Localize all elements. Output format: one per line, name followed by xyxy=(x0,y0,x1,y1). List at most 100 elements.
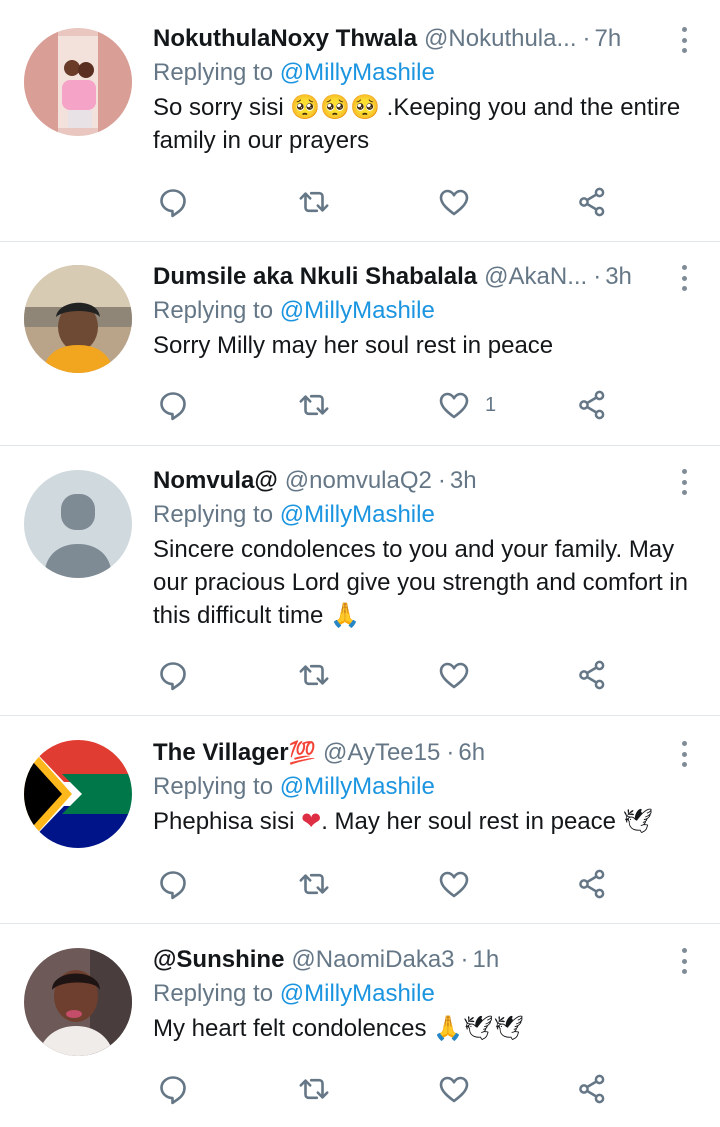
tweet-text: Sincere condolences to you and your fami… xyxy=(153,536,688,629)
tweet-text: My heart felt condolences 🙏🕊🕊 xyxy=(153,1015,524,1042)
tweet-text: Sorry Milly may her soul rest in peace xyxy=(153,332,554,359)
tweet-card[interactable]: Nomvula@ @nomvulaQ2 · 3h Replying to @Mi… xyxy=(0,446,720,716)
reply-icon xyxy=(160,189,186,218)
heart-icon xyxy=(439,1076,469,1103)
share-icon xyxy=(579,660,605,690)
tweet-card[interactable]: NokuthulaNoxy Thwala @Nokuthula... · 7h … xyxy=(0,0,720,242)
like-button[interactable] xyxy=(437,866,485,902)
timestamp[interactable]: 6h xyxy=(458,738,485,768)
display-name[interactable]: Dumsile aka Nkuli Shabalala xyxy=(153,262,477,292)
reply-icon xyxy=(160,1076,186,1105)
retweet-icon xyxy=(299,394,329,416)
red-heart-emoji: ❤ xyxy=(301,808,322,835)
share-icon xyxy=(579,1074,605,1104)
tweet-card[interactable]: The Villager💯 @AyTee15 · 6h Replying to … xyxy=(0,716,720,924)
replying-to: Replying to @MillyMashile xyxy=(153,296,692,326)
avatar[interactable] xyxy=(24,948,132,1056)
retweet-icon xyxy=(299,664,329,686)
heart-icon xyxy=(439,871,469,898)
reply-button[interactable] xyxy=(156,866,190,902)
replying-label: Replying to xyxy=(153,501,274,528)
action-bar xyxy=(153,866,623,902)
retweet-icon xyxy=(299,191,329,213)
action-bar xyxy=(153,184,623,220)
tweet-card[interactable]: @Sunshine @NaomiDaka3 · 1h Replying to @… xyxy=(0,924,720,1127)
timestamp[interactable]: 7h xyxy=(594,24,621,54)
more-options-icon[interactable] xyxy=(678,25,690,55)
share-icon xyxy=(579,187,605,217)
separator-dot: · xyxy=(460,946,469,973)
replying-to: Replying to @MillyMashile xyxy=(153,58,692,88)
share-icon xyxy=(579,869,605,899)
retweet-button[interactable] xyxy=(297,866,331,902)
hundred-emoji: 💯 xyxy=(288,740,317,765)
like-button[interactable] xyxy=(437,184,485,220)
action-bar: 1 xyxy=(153,387,623,423)
heart-icon xyxy=(439,662,469,689)
display-name[interactable]: NokuthulaNoxy Thwala xyxy=(153,24,417,54)
more-options-icon[interactable] xyxy=(678,739,690,769)
tweet-card[interactable]: Dumsile aka Nkuli Shabalala @AkaN... · 3… xyxy=(0,242,720,446)
user-handle[interactable]: @Nokuthula... xyxy=(424,24,576,54)
avatar[interactable] xyxy=(24,28,132,136)
avatar[interactable] xyxy=(24,265,132,373)
replying-label: Replying to xyxy=(153,980,274,1007)
mention-link[interactable]: @MillyMashile xyxy=(280,297,435,324)
share-button[interactable] xyxy=(575,387,609,423)
like-count: 1 xyxy=(485,393,497,416)
mention-link[interactable]: @MillyMashile xyxy=(280,59,435,86)
replying-label: Replying to xyxy=(153,59,274,86)
retweet-button[interactable] xyxy=(297,1071,331,1107)
display-name[interactable]: @Sunshine xyxy=(153,945,284,975)
timestamp[interactable]: 3h xyxy=(450,466,477,496)
user-handle[interactable]: @AkaN... xyxy=(484,262,587,292)
retweet-icon xyxy=(299,1078,329,1100)
reply-button[interactable] xyxy=(156,184,190,220)
like-button[interactable]: 1 xyxy=(437,387,496,423)
tweet-text: So sorry sisi 🥺🥺🥺 .Keeping you and the e… xyxy=(153,94,681,154)
like-button[interactable] xyxy=(437,1071,485,1107)
replying-to: Replying to @MillyMashile xyxy=(153,979,692,1009)
separator-dot: · xyxy=(446,739,455,766)
action-bar xyxy=(153,657,623,693)
tweet-text: Phephisa sisi ❤. May her soul rest in pe… xyxy=(153,808,654,835)
display-name[interactable]: The Villager💯 xyxy=(153,738,316,768)
retweet-button[interactable] xyxy=(297,387,331,423)
share-icon xyxy=(579,390,605,420)
separator-dot: · xyxy=(437,467,446,494)
reply-icon xyxy=(160,662,186,691)
retweet-button[interactable] xyxy=(297,184,331,220)
mention-link[interactable]: @MillyMashile xyxy=(280,773,435,800)
display-name[interactable]: Nomvula@ xyxy=(153,466,278,496)
share-button[interactable] xyxy=(575,184,609,220)
reply-icon xyxy=(160,392,186,421)
more-options-icon[interactable] xyxy=(678,467,690,497)
more-options-icon[interactable] xyxy=(678,263,690,293)
like-button[interactable] xyxy=(437,657,485,693)
replying-to: Replying to @MillyMashile xyxy=(153,772,692,802)
separator-dot: · xyxy=(582,25,591,52)
replying-to: Replying to @MillyMashile xyxy=(153,500,692,530)
replying-label: Replying to xyxy=(153,773,274,800)
reply-button[interactable] xyxy=(156,1071,190,1107)
reply-icon xyxy=(160,871,186,900)
action-bar xyxy=(153,1071,623,1107)
share-button[interactable] xyxy=(575,866,609,902)
more-options-icon[interactable] xyxy=(678,946,690,976)
retweet-icon xyxy=(299,873,329,895)
share-button[interactable] xyxy=(575,657,609,693)
user-handle[interactable]: @AyTee15 xyxy=(323,738,440,768)
user-handle[interactable]: @NaomiDaka3 xyxy=(291,945,454,975)
reply-button[interactable] xyxy=(156,657,190,693)
replying-label: Replying to xyxy=(153,297,274,324)
timestamp[interactable]: 3h xyxy=(605,262,632,292)
mention-link[interactable]: @MillyMashile xyxy=(280,980,435,1007)
user-handle[interactable]: @nomvulaQ2 xyxy=(285,466,432,496)
retweet-button[interactable] xyxy=(297,657,331,693)
share-button[interactable] xyxy=(575,1071,609,1107)
reply-button[interactable] xyxy=(156,387,190,423)
mention-link[interactable]: @MillyMashile xyxy=(280,501,435,528)
avatar[interactable] xyxy=(24,470,132,578)
avatar[interactable] xyxy=(24,740,132,848)
timestamp[interactable]: 1h xyxy=(473,945,500,975)
